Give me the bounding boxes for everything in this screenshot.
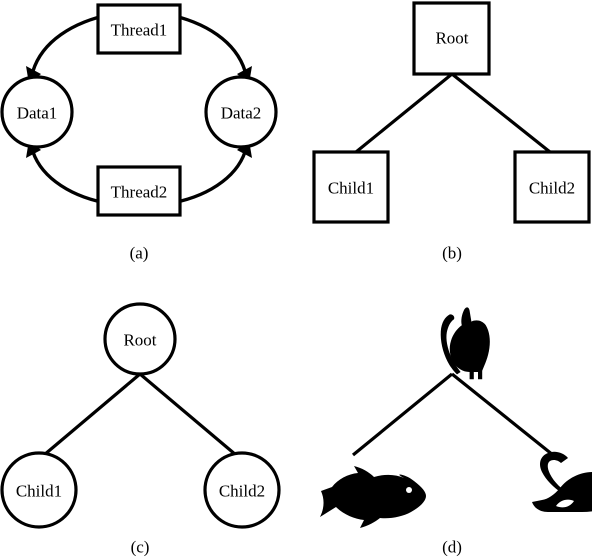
caption-a: (a) — [130, 244, 149, 263]
node-child1[interactable]: Child1 — [312, 150, 390, 224]
fish-eye-icon — [406, 487, 412, 493]
caption-d: (d) — [442, 538, 462, 557]
node-data2[interactable]: Data2 — [204, 75, 278, 149]
node-child2[interactable]: Child2 — [513, 150, 591, 224]
node-root-cat[interactable] — [440, 307, 490, 380]
node-label-child2: Child2 — [529, 179, 575, 198]
node-label-child1: Child1 — [328, 179, 374, 198]
caption-b: (b) — [442, 244, 462, 263]
edge-root-to-child2 — [451, 72, 551, 154]
node-label-thread1: Thread1 — [111, 21, 168, 40]
node-data1[interactable]: Data1 — [0, 75, 74, 149]
node-thread2[interactable]: Thread2 — [96, 165, 182, 217]
node-label-data1: Data1 — [17, 104, 58, 123]
panel-d-silhouette-tree: (d) — [296, 280, 592, 560]
node-label-root: Root — [123, 331, 156, 350]
node-label-root: Root — [435, 29, 468, 48]
panel-c-canvas: Root Child1 Child2 (c) — [0, 302, 281, 557]
panel-d-canvas: (d) — [320, 307, 592, 557]
node-label-child2: Child2 — [219, 482, 265, 501]
edge-root-to-child1 — [354, 72, 454, 154]
edge-root-to-child1 — [42, 372, 142, 457]
edge-root-to-child1 — [351, 372, 454, 457]
node-label-child1: Child1 — [16, 482, 62, 501]
node-label-data2: Data2 — [221, 104, 262, 123]
node-label-thread2: Thread2 — [111, 183, 168, 202]
node-child1[interactable]: Child1 — [0, 451, 78, 529]
caption-c: (c) — [131, 538, 150, 557]
node-thread1[interactable]: Thread1 — [96, 3, 182, 55]
edge-root-to-child2 — [138, 372, 238, 457]
fish-icon — [320, 466, 426, 528]
edge-root-to-child2 — [450, 372, 555, 457]
panel-b-rectangle-tree: Root Child1 Child2 (b) — [296, 0, 592, 280]
node-child2[interactable]: Child2 — [203, 451, 281, 529]
panel-b-canvas: Root Child1 Child2 (b) — [312, 1, 591, 263]
cat-icon — [440, 307, 490, 380]
node-child1-fish[interactable] — [320, 466, 426, 528]
node-root[interactable]: Root — [412, 1, 491, 76]
fish-body-path — [320, 466, 426, 528]
panel-a-canvas: Thread1 Data1 Data2 Thread2 (a) — [0, 3, 278, 263]
figure-root: Thread1 Data1 Data2 Thread2 (a) Root Chi… — [0, 0, 592, 560]
panel-c-circle-tree: Root Child1 Child2 (c) — [0, 280, 296, 560]
node-child2-mouse[interactable] — [532, 451, 592, 512]
panel-a-cyclic-graph: Thread1 Data1 Data2 Thread2 (a) — [0, 0, 296, 280]
mouse-icon — [532, 451, 592, 512]
node-root[interactable]: Root — [103, 302, 177, 376]
